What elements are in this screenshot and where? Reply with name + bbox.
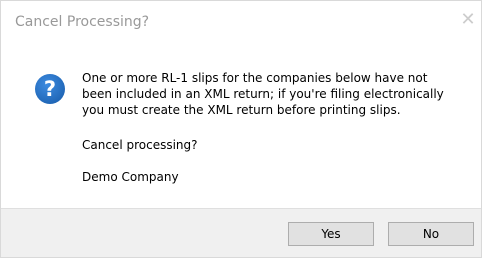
no-button[interactable]: No: [388, 222, 474, 246]
question-icon: ?: [35, 74, 65, 104]
message-line: been included in an XML return; if you'r…: [82, 87, 444, 101]
message-line: you must create the XML return before pr…: [82, 103, 401, 117]
message-text: One or more RL-1 slips for the companies…: [82, 70, 467, 118]
dialog-content: ? One or more RL-1 slips for the compani…: [1, 45, 481, 208]
close-icon[interactable]: ✕: [457, 9, 479, 31]
company-name: Demo Company: [82, 170, 179, 184]
message-line: One or more RL-1 slips for the companies…: [82, 71, 428, 85]
cancel-processing-dialog: Cancel Processing? ✕ ? One or more RL-1 …: [0, 0, 482, 258]
cancel-prompt: Cancel processing?: [82, 138, 198, 152]
question-mark-glyph: ?: [44, 77, 56, 101]
yes-button[interactable]: Yes: [288, 222, 374, 246]
dialog-title: Cancel Processing?: [15, 14, 150, 30]
title-bar: Cancel Processing? ✕: [1, 1, 481, 45]
button-bar: Yes No: [1, 208, 481, 257]
